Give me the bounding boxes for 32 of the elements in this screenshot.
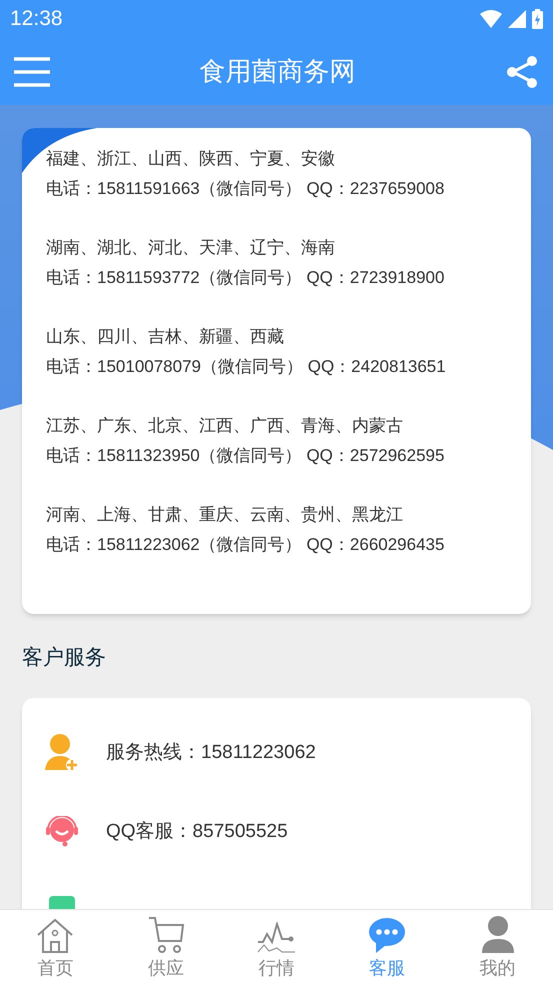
- contact-line: 电话：15811591663（微信同号） QQ：2237659008: [46, 178, 446, 200]
- region-list: 福建、浙江、山西、陕西、宁夏、安徽: [46, 148, 531, 170]
- service-item[interactable]: 服务热线：15811223062: [106, 738, 316, 768]
- line-chart-icon: [257, 922, 296, 954]
- tab[interactable]: 我的: [442, 910, 553, 984]
- signal-icon: [508, 10, 526, 28]
- region-list: 山东、四川、吉林、新疆、西藏: [46, 326, 531, 348]
- service-item[interactable]: QQ客服：857505525: [106, 818, 288, 846]
- chat-bubble-icon: [368, 916, 406, 954]
- contact-line: 电话：15811323950（微信同号） QQ：2572962595: [46, 445, 446, 467]
- region-list: 湖南、湖北、河北、天津、辽宁、海南: [46, 237, 531, 259]
- home-icon: [36, 918, 74, 954]
- section-title: 客户服务: [22, 645, 107, 671]
- share-icon[interactable]: [505, 54, 539, 88]
- person-icon: [480, 916, 515, 954]
- region-list: 江苏、广东、北京、江西、广西、青海、内蒙古: [46, 415, 531, 437]
- cart-icon: [146, 916, 185, 954]
- contact-line: 电话：15811593772（微信同号） QQ：2723918900: [46, 267, 446, 289]
- wifi-icon: [480, 10, 502, 28]
- contact-line: 电话：15811223062（微信同号） QQ：2660296435: [46, 534, 446, 556]
- region-list: 河南、上海、甘肃、重庆、云南、贵州、黑龙江: [46, 504, 531, 526]
- person-add-icon: [45, 734, 79, 772]
- tab[interactable]: 行情: [221, 910, 332, 984]
- menu-icon[interactable]: [14, 56, 50, 86]
- contact-line: 电话：15010078079（微信同号） QQ：2420813651: [46, 356, 447, 378]
- tab[interactable]: 供应: [110, 910, 222, 984]
- headset-icon: [45, 816, 79, 848]
- app-title: 食用菌商务网: [198, 55, 356, 88]
- tab[interactable]: 首页: [0, 910, 111, 984]
- battery-icon: [532, 9, 543, 29]
- status-time: 12:38: [10, 6, 63, 32]
- tab[interactable]: 客服: [332, 910, 442, 984]
